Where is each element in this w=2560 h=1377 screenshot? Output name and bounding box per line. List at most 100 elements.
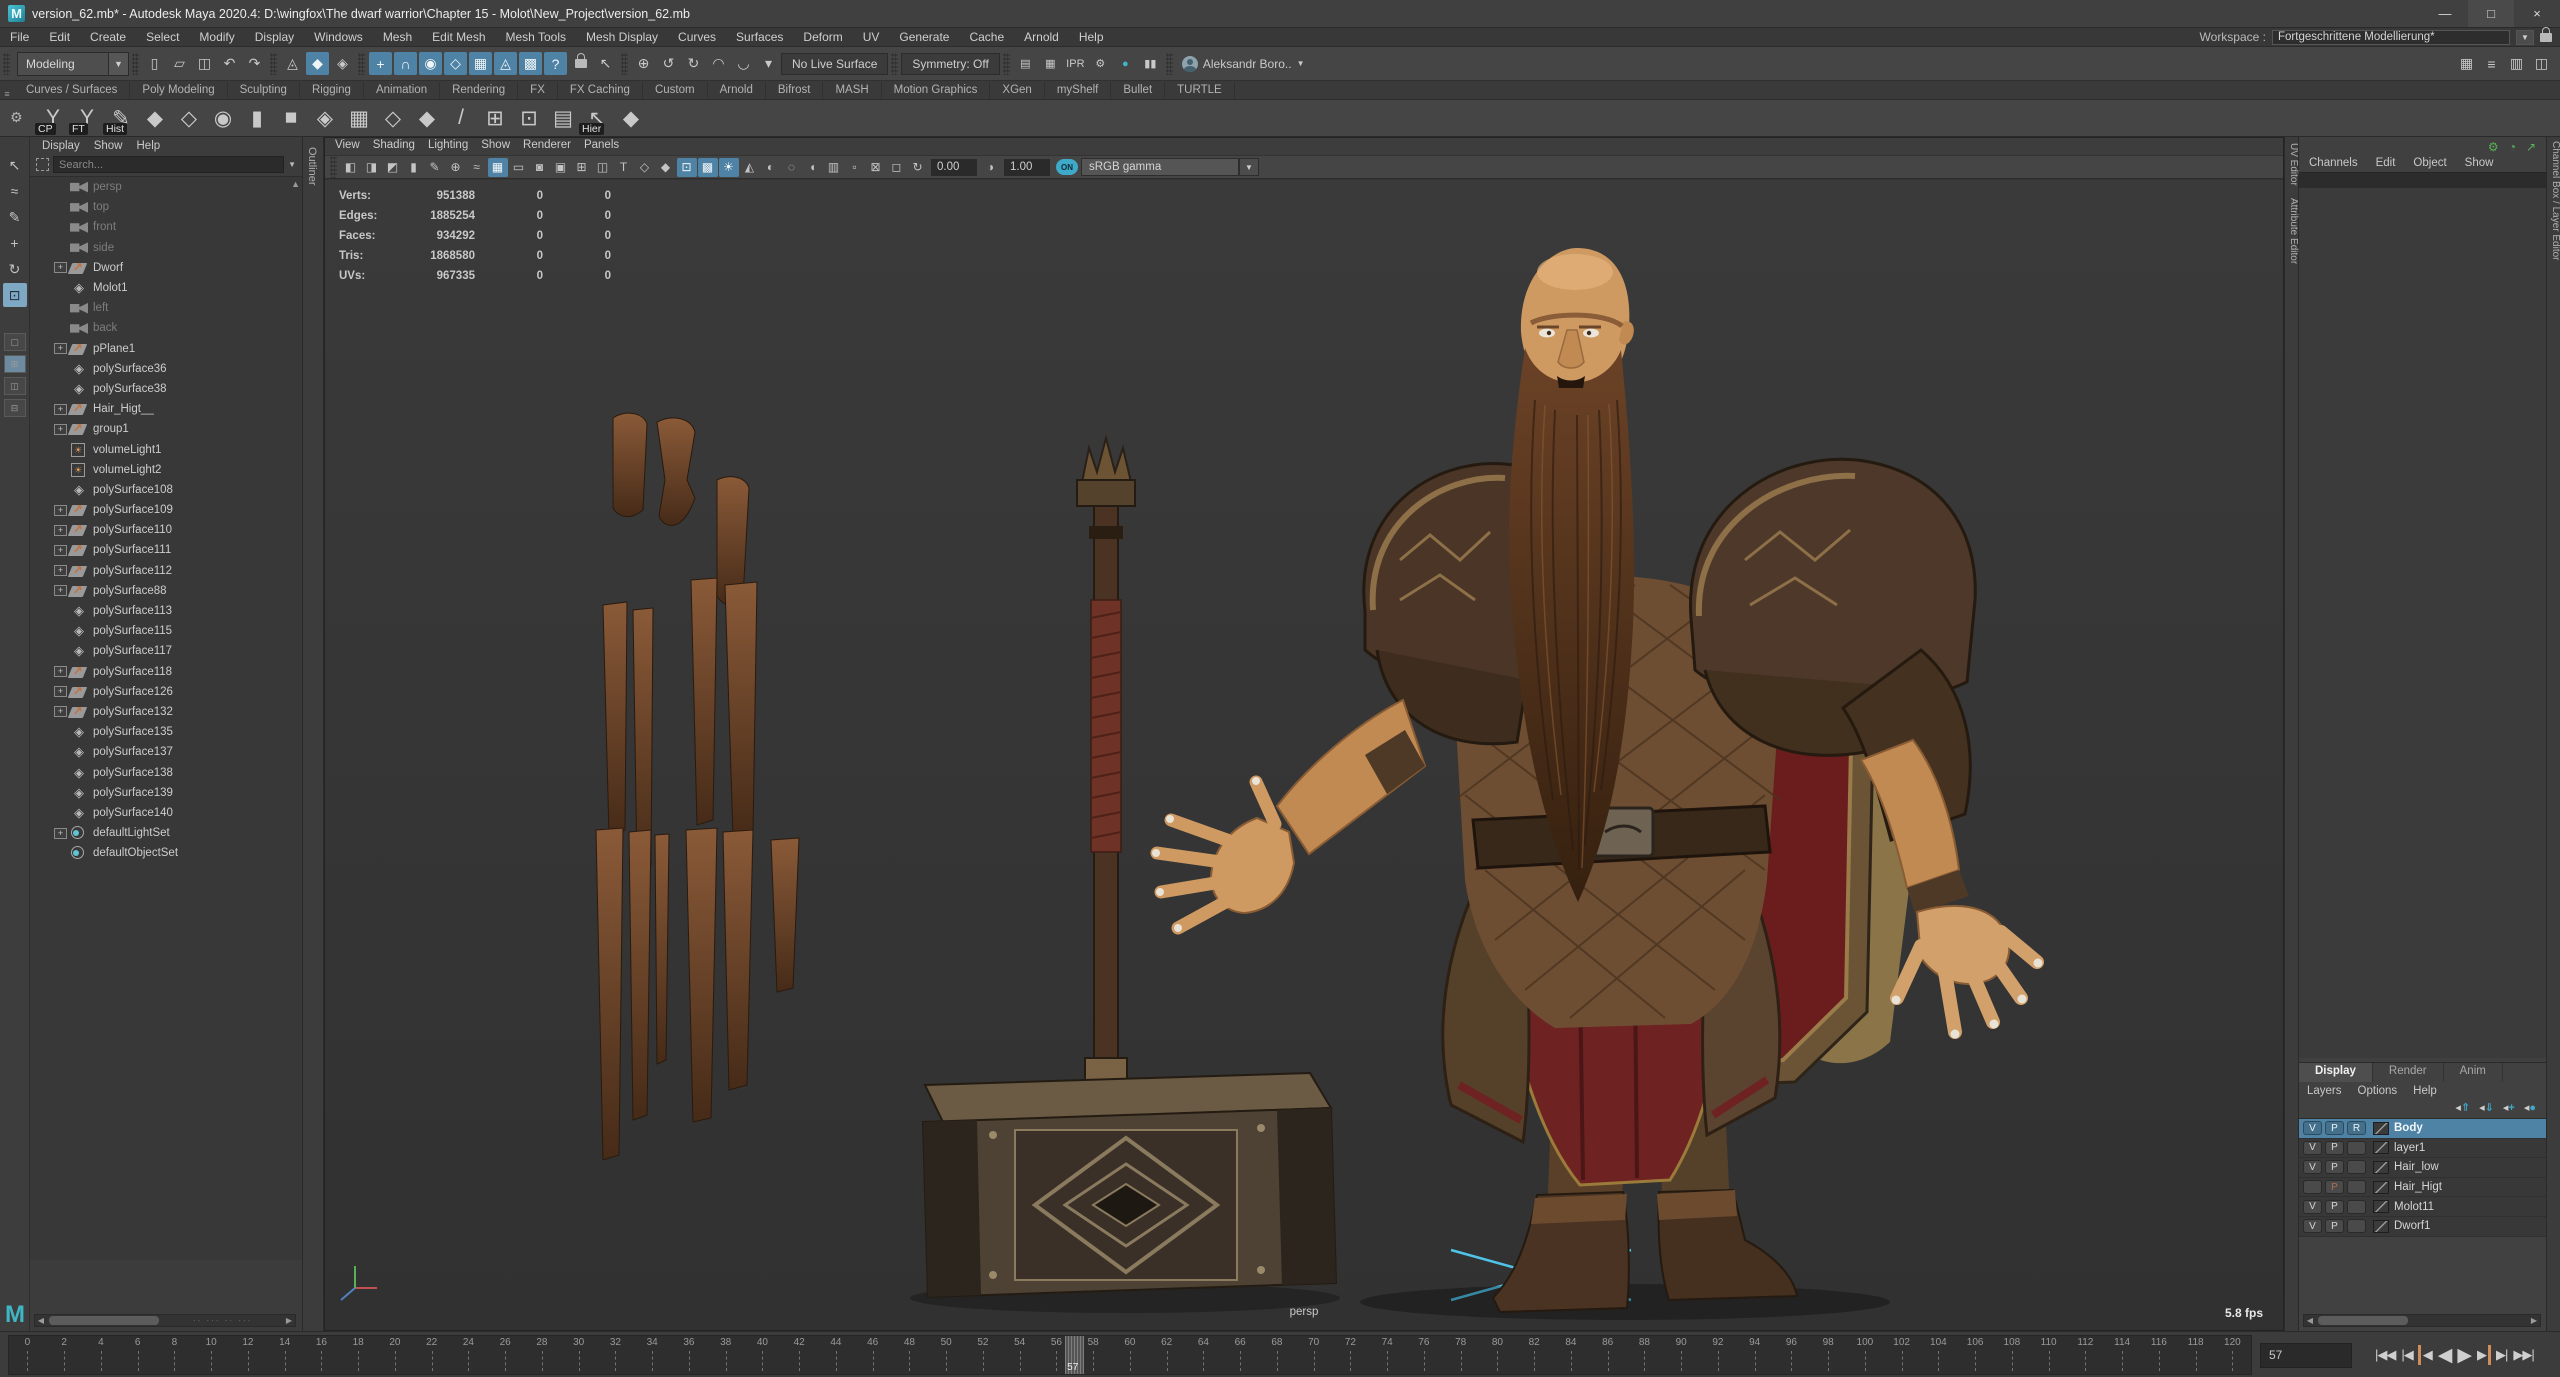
search-dropdown-icon[interactable]: ▼ [288, 160, 296, 169]
safe-action[interactable]: ◫ [593, 158, 613, 177]
layer-editor-menu-item[interactable]: Options [2358, 1085, 2398, 1097]
drag-handle[interactable] [1003, 53, 1010, 75]
drag-handle[interactable] [358, 53, 365, 75]
expand-toggle[interactable] [54, 706, 67, 717]
more-dd[interactable]: ▾ [757, 52, 780, 75]
layer-render-toggle[interactable] [2347, 1180, 2366, 1194]
outliner-item[interactable]: ◈ ☀ Molot1 [30, 278, 302, 298]
layer-visibility-toggle[interactable]: V [2303, 1141, 2322, 1155]
snap-together[interactable]: ↺ [657, 52, 680, 75]
viewport-menu-item[interactable]: Shading [373, 138, 428, 155]
bookmark[interactable]: ▮ [404, 158, 424, 177]
workspace-value[interactable]: Fortgeschrittene Modellierung* [2272, 30, 2510, 45]
outliner-item[interactable]: ◈ ☀ top [30, 197, 302, 217]
current-frame-marker[interactable]: 57 [1065, 1336, 1084, 1374]
maximize-button[interactable]: □ [2468, 0, 2514, 27]
outliner-menu-item[interactable]: Display [42, 139, 90, 154]
menu-item[interactable]: Mesh Display [576, 28, 668, 47]
sparkle[interactable]: ◆ [615, 102, 647, 134]
view-transform-dropdown-icon[interactable]: ▼ [1239, 158, 1259, 176]
film-gate[interactable]: ▭ [509, 158, 529, 177]
menu-item[interactable]: Windows [304, 28, 373, 47]
shelf-tab[interactable]: Curves / Surfaces [14, 82, 130, 99]
outliner-item[interactable]: ◈ ☀ polySurface137 [30, 742, 302, 762]
shelf-tab[interactable]: Bullet [1111, 82, 1165, 99]
quad-draw[interactable]: ▦ [343, 102, 375, 134]
cube-primitive[interactable]: ■ [275, 102, 307, 134]
viewport-menu-item[interactable]: Panels [584, 138, 632, 155]
viewport-menu-item[interactable]: Lighting [428, 138, 481, 155]
layer-editor-tab[interactable]: Display [2299, 1063, 2373, 1082]
go-to-start[interactable]: |◀◀ [2374, 1345, 2396, 1365]
layer-editor-tab[interactable]: Anim [2444, 1063, 2503, 1082]
expand-toggle[interactable] [54, 585, 67, 596]
layout-four[interactable]: ⊞ [4, 355, 26, 373]
paint-select-tool[interactable]: ✎ [3, 205, 27, 229]
outliner-item[interactable]: ◈ ☀ defaultObjectSet [30, 843, 302, 863]
unsmooth-mesh[interactable]: ◇ [173, 102, 205, 134]
target-weld[interactable]: ◇ [377, 102, 409, 134]
outliner-item[interactable]: ◈ ☀ Dworf [30, 258, 302, 278]
rebuild[interactable]: ↻ [682, 52, 705, 75]
layer-playback-toggle[interactable]: P [2325, 1160, 2344, 1174]
shelf-tab[interactable]: XGen [990, 82, 1044, 99]
menu-item[interactable]: Help [1069, 28, 1114, 47]
rotate-tool[interactable]: ↻ [3, 257, 27, 281]
outliner-vertical-tab[interactable]: Outliner [303, 137, 321, 196]
smooth-mesh[interactable]: ◆ [139, 102, 171, 134]
snap-curve[interactable]: ∩ [394, 52, 417, 75]
outliner-item[interactable]: ◈ ☀ polySurface111 [30, 540, 302, 560]
time-slider-ruler[interactable]: 0246810121416182022242628303234363840424… [8, 1335, 2252, 1375]
expand-toggle[interactable] [54, 545, 67, 556]
menu-item[interactable]: Display [245, 28, 304, 47]
lasso-tool[interactable]: ≈ [3, 179, 27, 203]
current-frame-field[interactable] [2260, 1343, 2352, 1368]
move-layer-up[interactable]: ◂⇑ [2455, 1101, 2470, 1114]
menu-item[interactable]: Surfaces [726, 28, 793, 47]
outliner-item[interactable]: ◈ ☀ front [30, 217, 302, 237]
outliner-item[interactable]: ◈ ☀ polySurface38 [30, 379, 302, 399]
menu-item[interactable]: Create [80, 28, 136, 47]
minimize-button[interactable]: — [2422, 0, 2468, 27]
outliner-item[interactable]: ◈ ☀ polySurface132 [30, 702, 302, 722]
shelf-tab[interactable]: Poly Modeling [130, 82, 227, 99]
layer-visibility-toggle[interactable]: V [2303, 1121, 2322, 1135]
filter-icon[interactable] [36, 158, 49, 171]
menu-set-selector[interactable]: Modeling ▼ [17, 52, 129, 76]
render-frame[interactable]: ▦ [1039, 52, 1062, 75]
outliner-menu-item[interactable]: Help [137, 139, 171, 154]
channel-box-layer-editor-vertical-tab[interactable]: Channel Box / Layer Editor [2547, 137, 2560, 265]
layer-render-toggle[interactable] [2347, 1141, 2366, 1155]
outliner-item[interactable]: ◈ ☀ polySurface140 [30, 803, 302, 823]
channel-box-menu-item[interactable]: Channels [2309, 157, 2358, 169]
workspace-dropdown-icon[interactable]: ▼ [2516, 30, 2534, 45]
default-light[interactable]: ◭ [740, 158, 760, 177]
scroll-right-icon[interactable]: ▶ [2528, 1316, 2540, 1325]
safe-title[interactable]: T [614, 158, 634, 177]
menu-item[interactable]: Select [136, 28, 189, 47]
grid-layout[interactable]: ⊞ [479, 102, 511, 134]
outliner-item[interactable]: ◈ ☀ Hair_Higt__ [30, 399, 302, 419]
symmetry-field[interactable]: Symmetry: Off [901, 53, 999, 75]
render-settings[interactable]: ⚙ [1089, 52, 1112, 75]
curve-b[interactable]: ◡ [732, 52, 755, 75]
layer-render-toggle[interactable] [2347, 1219, 2366, 1233]
layer-playback-toggle[interactable]: P [2325, 1141, 2344, 1155]
right-panel-horizontal-scrollbar[interactable]: ◀ ▶ [2303, 1314, 2541, 1327]
layer-row[interactable]: V P Molot11 [2299, 1197, 2546, 1217]
outliner-item[interactable]: ◈ ☀ polySurface126 [30, 682, 302, 702]
outliner-item[interactable]: ◈ ☀ polySurface109 [30, 500, 302, 520]
menu-item[interactable]: UV [853, 28, 890, 47]
expand-toggle[interactable] [54, 525, 67, 536]
render-view[interactable]: ▤ [1014, 52, 1037, 75]
play-backwards[interactable]: ◀ [2437, 1342, 2453, 1369]
live-surface-field[interactable]: No Live Surface [781, 53, 888, 75]
select-hierarchy[interactable]: ◬ [281, 52, 304, 75]
selection-lock-icon[interactable] [569, 52, 592, 75]
channel-box-menu-item[interactable]: Object [2413, 157, 2446, 169]
layer-editor-menu-item[interactable]: Layers [2307, 1085, 2342, 1097]
modeling-toolkit[interactable]: ▦ [2455, 52, 2478, 75]
layer-visibility-toggle[interactable]: V [2303, 1160, 2322, 1174]
viewport-menu-item[interactable]: Renderer [523, 138, 584, 155]
workspace-lock-icon[interactable] [2540, 33, 2552, 42]
